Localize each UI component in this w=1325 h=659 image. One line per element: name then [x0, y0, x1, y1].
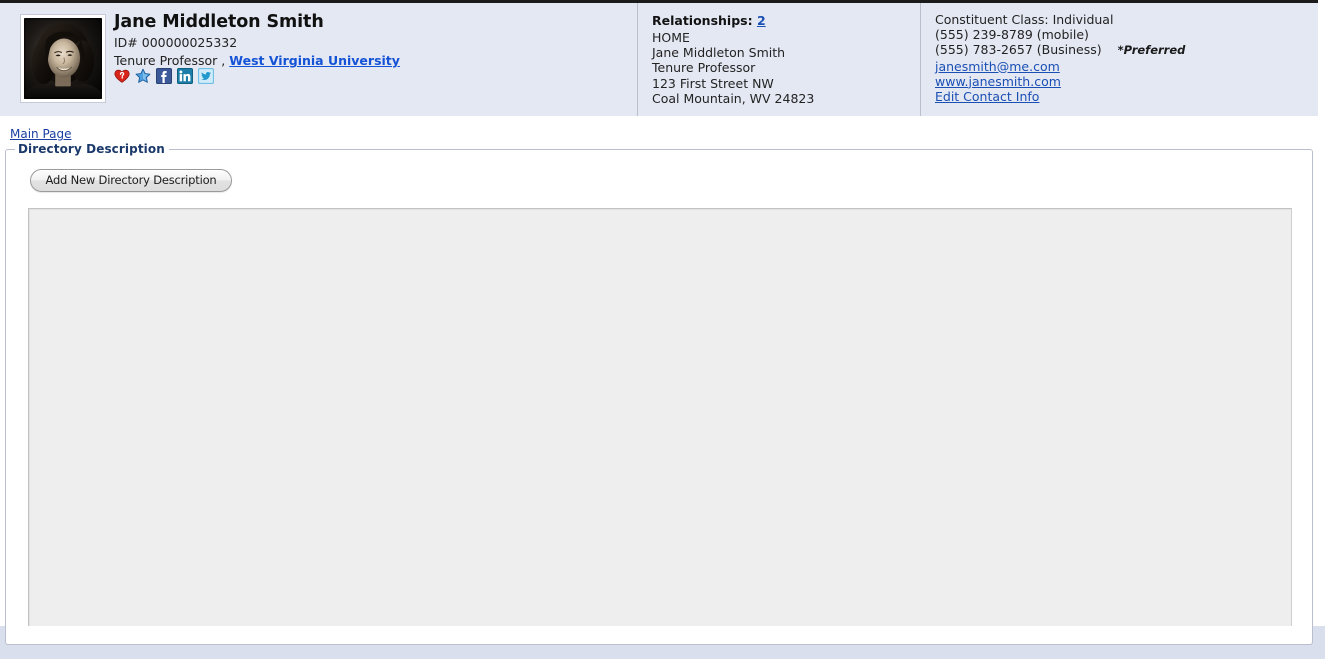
relationships-label: Relationships:: [652, 13, 753, 28]
relationship-line: Coal Mountain, WV 24823: [652, 90, 815, 106]
email-row: janesmith@me.com: [935, 59, 1318, 74]
directory-description-section: Directory Description Add New Directory …: [5, 142, 1313, 644]
edit-contact-row: Edit Contact Info: [935, 89, 1318, 104]
twitter-icon[interactable]: [198, 68, 214, 84]
job-title: Tenure Professor ,: [114, 53, 226, 68]
edit-contact-info-link[interactable]: Edit Contact Info: [935, 89, 1039, 104]
star-icon[interactable]: [135, 68, 151, 84]
phone-business-row: (555) 783-2657 (Business) *Preferred: [935, 42, 1318, 58]
relationships-panel: Relationships: 2 HOME Jane Middleton Smi…: [638, 3, 921, 116]
page-title: Jane Middleton Smith: [114, 12, 324, 32]
relationships-heading: Relationships: 2: [652, 12, 920, 29]
application-page: Jane Middleton Smith ID# 000000025332 Te…: [0, 0, 1325, 659]
website-link[interactable]: www.janesmith.com: [935, 74, 1061, 89]
breadcrumb: Main Page: [10, 127, 72, 141]
phone-business: (555) 783-2657 (Business): [935, 42, 1102, 58]
organization-link[interactable]: West Virginia University: [229, 53, 400, 68]
heart-question-icon[interactable]: [114, 68, 130, 84]
contact-panel: Constituent Class: Individual (555) 239-…: [921, 3, 1318, 116]
footer-band: [0, 626, 1325, 659]
breadcrumb-main-page-link[interactable]: Main Page: [10, 127, 72, 141]
relationships-count-link[interactable]: 2: [757, 13, 766, 28]
section-legend: Directory Description: [15, 142, 169, 156]
constituent-header-bar: Jane Middleton Smith ID# 000000025332 Te…: [0, 0, 1322, 119]
phone-mobile: (555) 239-8789 (mobile): [935, 27, 1089, 43]
website-row: www.janesmith.com: [935, 74, 1318, 89]
preferred-badge: *Preferred: [1117, 43, 1186, 58]
constituent-id: ID# 000000025332: [114, 35, 238, 50]
relationship-line: Jane Middleton Smith: [652, 45, 786, 61]
directory-description-textarea[interactable]: [28, 208, 1292, 638]
portrait-photo: [24, 18, 102, 99]
email-link[interactable]: janesmith@me.com: [935, 59, 1060, 74]
relationship-line: 123 First Street NW: [652, 75, 774, 91]
facebook-icon[interactable]: [156, 68, 172, 84]
add-new-directory-description-button[interactable]: Add New Directory Description: [30, 169, 232, 192]
identity-text-block: Jane Middleton Smith ID# 000000025332 Te…: [114, 11, 624, 70]
left-margin-rail: [0, 116, 5, 659]
right-margin-rail: [1318, 0, 1325, 626]
relationship-line: HOME: [652, 30, 690, 45]
identity-panel: Jane Middleton Smith ID# 000000025332 Te…: [0, 3, 638, 116]
footer-inner: [5, 626, 1313, 645]
social-icon-row: [114, 68, 214, 84]
linkedin-icon[interactable]: [177, 68, 193, 84]
constituent-class: Constituent Class: Individual: [935, 12, 1114, 27]
avatar: [20, 14, 106, 103]
relationship-line: Tenure Professor: [652, 60, 756, 76]
